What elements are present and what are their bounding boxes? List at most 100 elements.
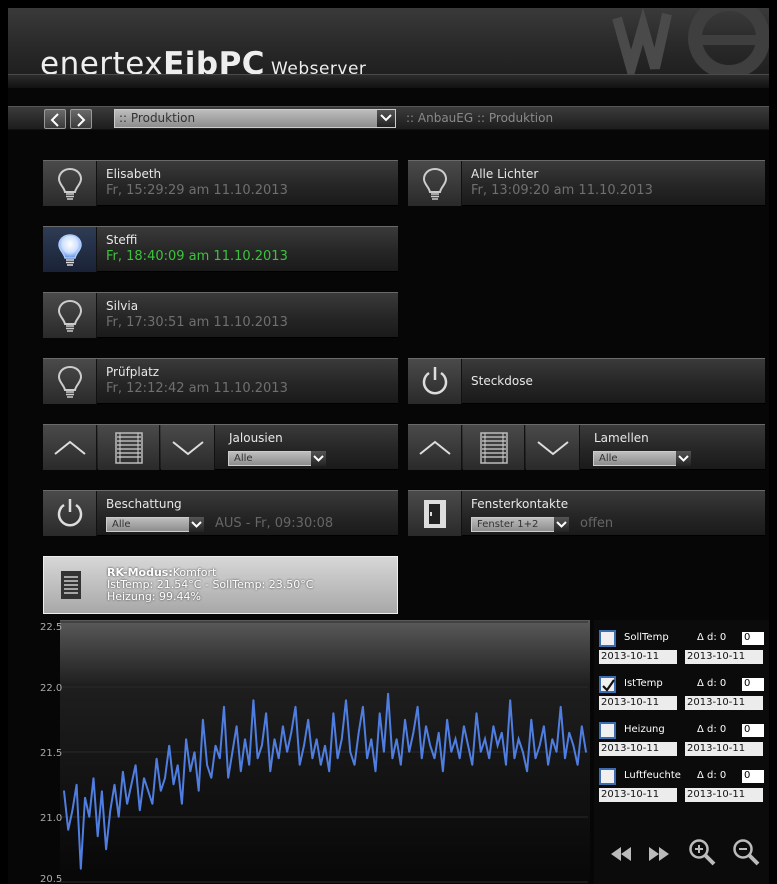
tile-title: Jalousien — [229, 431, 283, 445]
data-point — [341, 738, 343, 740]
tile-title: Lamellen — [594, 431, 649, 445]
slat-stop-button[interactable] — [463, 425, 525, 470]
delta-days-label: Δ d: 0 — [697, 770, 727, 781]
data-point — [332, 712, 335, 714]
series-name: Luftfeuchte — [624, 770, 681, 781]
data-point — [530, 718, 533, 721]
forward-button[interactable] — [70, 109, 92, 129]
series-checkbox[interactable] — [599, 676, 616, 693]
checkmark-icon — [602, 679, 615, 692]
rk-status-text: RK-Modus:Komfort IstTemp: 21.54°C - Soll… — [107, 566, 314, 603]
date-from-input[interactable]: 2013-10-11 — [599, 788, 677, 802]
app-window: enertexEibPC Webserver :: Produktion :: A… — [8, 8, 769, 884]
data-point — [496, 744, 499, 747]
chevron-down-icon — [172, 441, 204, 456]
blind-stop-button[interactable] — [98, 425, 160, 470]
chevron-down-icon — [537, 441, 569, 456]
data-point — [475, 712, 478, 714]
date-to-input[interactable]: 2013-10-11 — [685, 788, 763, 802]
blind-up-button[interactable] — [43, 425, 97, 470]
date-from-input[interactable]: 2013-10-11 — [599, 650, 677, 664]
header: enertexEibPC Webserver — [8, 8, 769, 88]
slat-up-button[interactable] — [408, 425, 462, 470]
series-checkbox[interactable] — [599, 630, 616, 647]
data-point — [210, 777, 213, 779]
data-point — [378, 712, 381, 714]
data-point — [526, 770, 528, 773]
series-checkbox[interactable] — [599, 722, 616, 739]
chevron-right-icon — [77, 113, 86, 127]
jalousien-select[interactable]: Alle — [228, 451, 326, 466]
date-from-input[interactable]: 2013-10-11 — [599, 742, 677, 756]
series-checkbox[interactable] — [599, 768, 616, 785]
temperature-chart[interactable]: 22.5 22.0 21.5 21.0 20.5 — [8, 620, 590, 884]
data-point — [109, 809, 112, 812]
data-point — [400, 764, 402, 766]
tile-steckdose[interactable]: Steckdose — [408, 358, 765, 404]
data-point — [231, 751, 234, 753]
tile-fensterkontakte: Fensterkontakte Fenster 1+2 offen — [408, 490, 765, 536]
zoom-out-icon[interactable] — [732, 838, 760, 866]
data-point — [206, 764, 208, 766]
data-point — [96, 835, 99, 838]
tile-lamellen: Lamellen Alle — [408, 424, 765, 470]
beschattung-select[interactable]: Alle — [106, 517, 204, 532]
lamellen-select[interactable]: Alle — [593, 451, 691, 466]
data-point — [252, 699, 255, 701]
data-point — [362, 705, 364, 708]
blind-down-button[interactable] — [161, 425, 215, 470]
tile-silvia[interactable]: Silvia Fr, 17:30:51 am 11.10.2013 — [43, 292, 398, 338]
tile-elisabeth[interactable]: Elisabeth Fr, 15:29:29 am 11.10.2013 — [43, 160, 398, 206]
data-point — [67, 829, 69, 831]
data-point — [92, 777, 95, 779]
tile-rk-modus[interactable]: RK-Modus:Komfort IstTemp: 21.54°C - Soll… — [43, 556, 398, 614]
series-name: SollTemp — [624, 632, 669, 643]
tile-title: Elisabeth — [106, 167, 162, 181]
delta-days-input[interactable]: 0 — [742, 724, 764, 737]
light-bulb-icon — [57, 299, 83, 332]
data-point — [576, 764, 579, 766]
breadcrumb: :: AnbauEG :: Produktion — [406, 111, 554, 125]
delta-days-label: Δ d: 0 — [697, 724, 727, 735]
data-point — [294, 705, 297, 708]
data-point — [370, 738, 373, 740]
beschattung-status: AUS - Fr, 09:30:08 — [215, 516, 334, 531]
beschattung-power-button[interactable] — [43, 491, 97, 536]
date-from-input[interactable]: 2013-10-11 — [599, 696, 677, 710]
tile-alle-lichter[interactable]: Alle Lichter Fr, 13:09:20 am 11.10.2013 — [408, 160, 765, 206]
data-point — [105, 848, 107, 851]
zoom-in-icon[interactable] — [688, 838, 716, 866]
data-point — [555, 751, 558, 753]
slat-down-button[interactable] — [526, 425, 580, 470]
data-point — [63, 790, 65, 792]
date-to-input[interactable]: 2013-10-11 — [685, 696, 763, 710]
data-point — [357, 731, 360, 734]
data-point — [256, 757, 259, 760]
data-point — [366, 757, 368, 760]
data-point — [160, 790, 162, 792]
data-point — [176, 764, 179, 766]
data-point — [214, 744, 217, 747]
date-to-input[interactable]: 2013-10-11 — [685, 650, 763, 664]
delta-days-label: Δ d: 0 — [697, 678, 727, 689]
data-point — [488, 757, 491, 760]
data-point — [303, 744, 305, 747]
delta-days-input[interactable]: 0 — [742, 632, 764, 645]
data-point — [172, 783, 175, 786]
tile-title: Beschattung — [106, 497, 182, 511]
date-to-input[interactable]: 2013-10-11 — [685, 742, 763, 756]
fensterkontakte-select[interactable]: Fenster 1+2 — [471, 517, 569, 532]
data-point — [559, 705, 562, 708]
back-button[interactable] — [44, 109, 66, 129]
data-point — [164, 777, 166, 779]
delta-days-input[interactable]: 0 — [742, 678, 764, 691]
fast-forward-icon[interactable] — [648, 846, 670, 862]
page-select[interactable]: :: Produktion — [114, 109, 396, 128]
data-point — [505, 764, 507, 766]
tile-pruefplatz[interactable]: Prüfplatz Fr, 12:12:42 am 11.10.2013 — [43, 358, 398, 404]
rewind-icon[interactable] — [610, 846, 632, 862]
tile-status: Fr, 12:12:42 am 11.10.2013 — [106, 381, 288, 396]
light-bulb-icon — [57, 167, 83, 200]
delta-days-input[interactable]: 0 — [742, 770, 764, 783]
tile-steffi[interactable]: Steffi Fr, 18:40:09 am 11.10.2013 — [43, 226, 398, 272]
